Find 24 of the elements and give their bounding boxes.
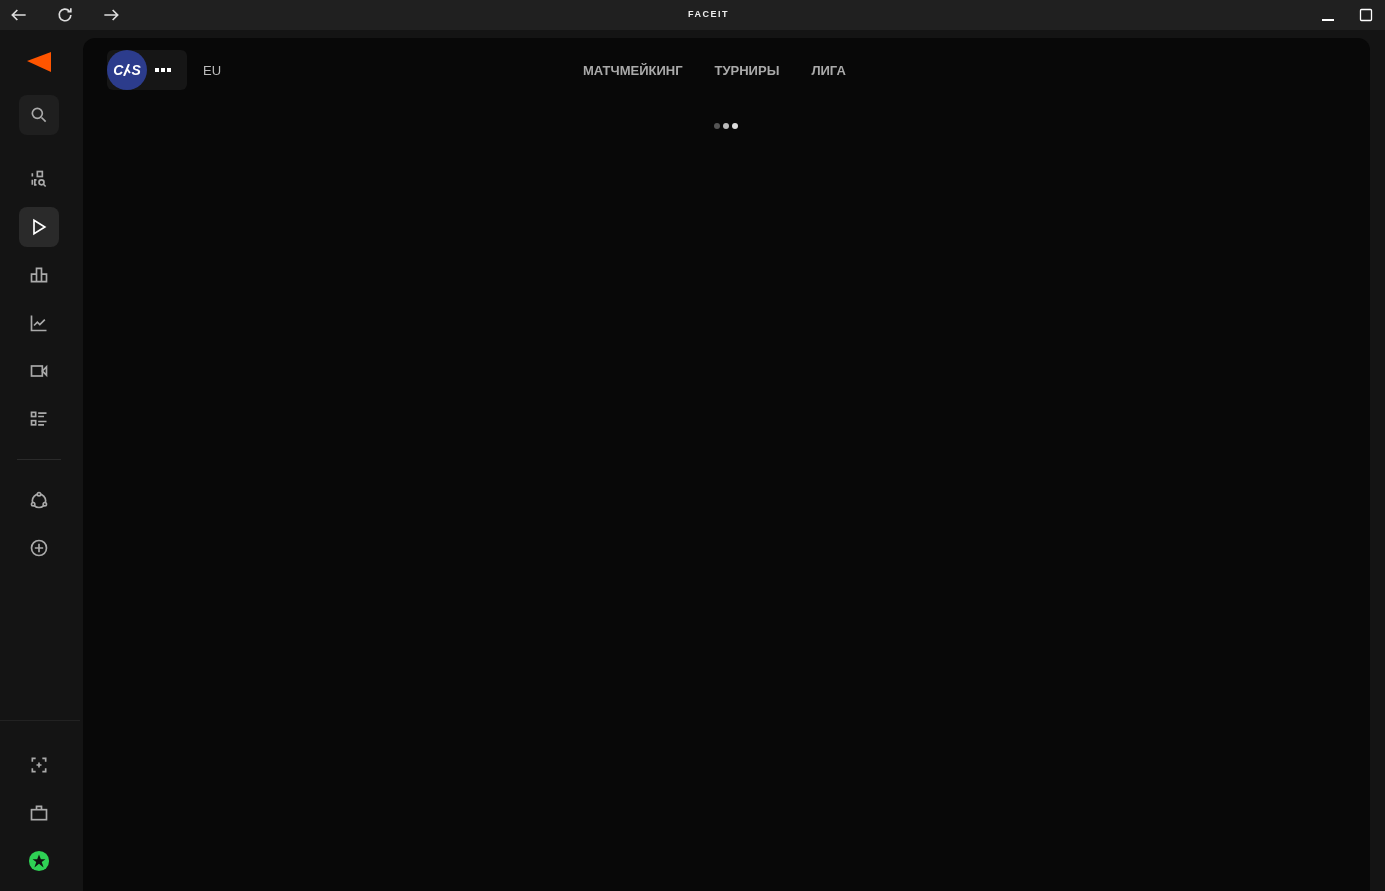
search-icon (29, 105, 49, 125)
nav-link[interactable]: ЛИГА (811, 62, 846, 78)
maximize-icon[interactable] (1359, 8, 1373, 22)
nav-link[interactable]: МАТЧМЕЙКИНГ (583, 62, 683, 78)
loading-dots-icon (712, 122, 741, 130)
network-icon (29, 490, 49, 510)
finder-icon (29, 169, 49, 189)
reload-icon (55, 5, 75, 25)
list-icon (29, 409, 49, 429)
podium-icon (29, 265, 49, 285)
line-chart-icon (29, 313, 49, 333)
sidebar-button[interactable] (19, 207, 59, 247)
window-title: FACEIT (688, 9, 729, 19)
logo-icon[interactable] (26, 51, 52, 73)
game-selector[interactable]: C S (107, 50, 187, 90)
briefcase-icon (29, 803, 49, 823)
star-badge-icon (28, 850, 50, 872)
region-label: EU (203, 62, 222, 78)
crosshair-add-icon (29, 755, 49, 775)
player-figure-icon (123, 64, 132, 76)
game-logo: C S (107, 50, 147, 90)
search-button[interactable] (19, 95, 59, 135)
add-icon (29, 538, 49, 558)
nav-link[interactable]: ТУРНИРЫ (714, 62, 780, 78)
